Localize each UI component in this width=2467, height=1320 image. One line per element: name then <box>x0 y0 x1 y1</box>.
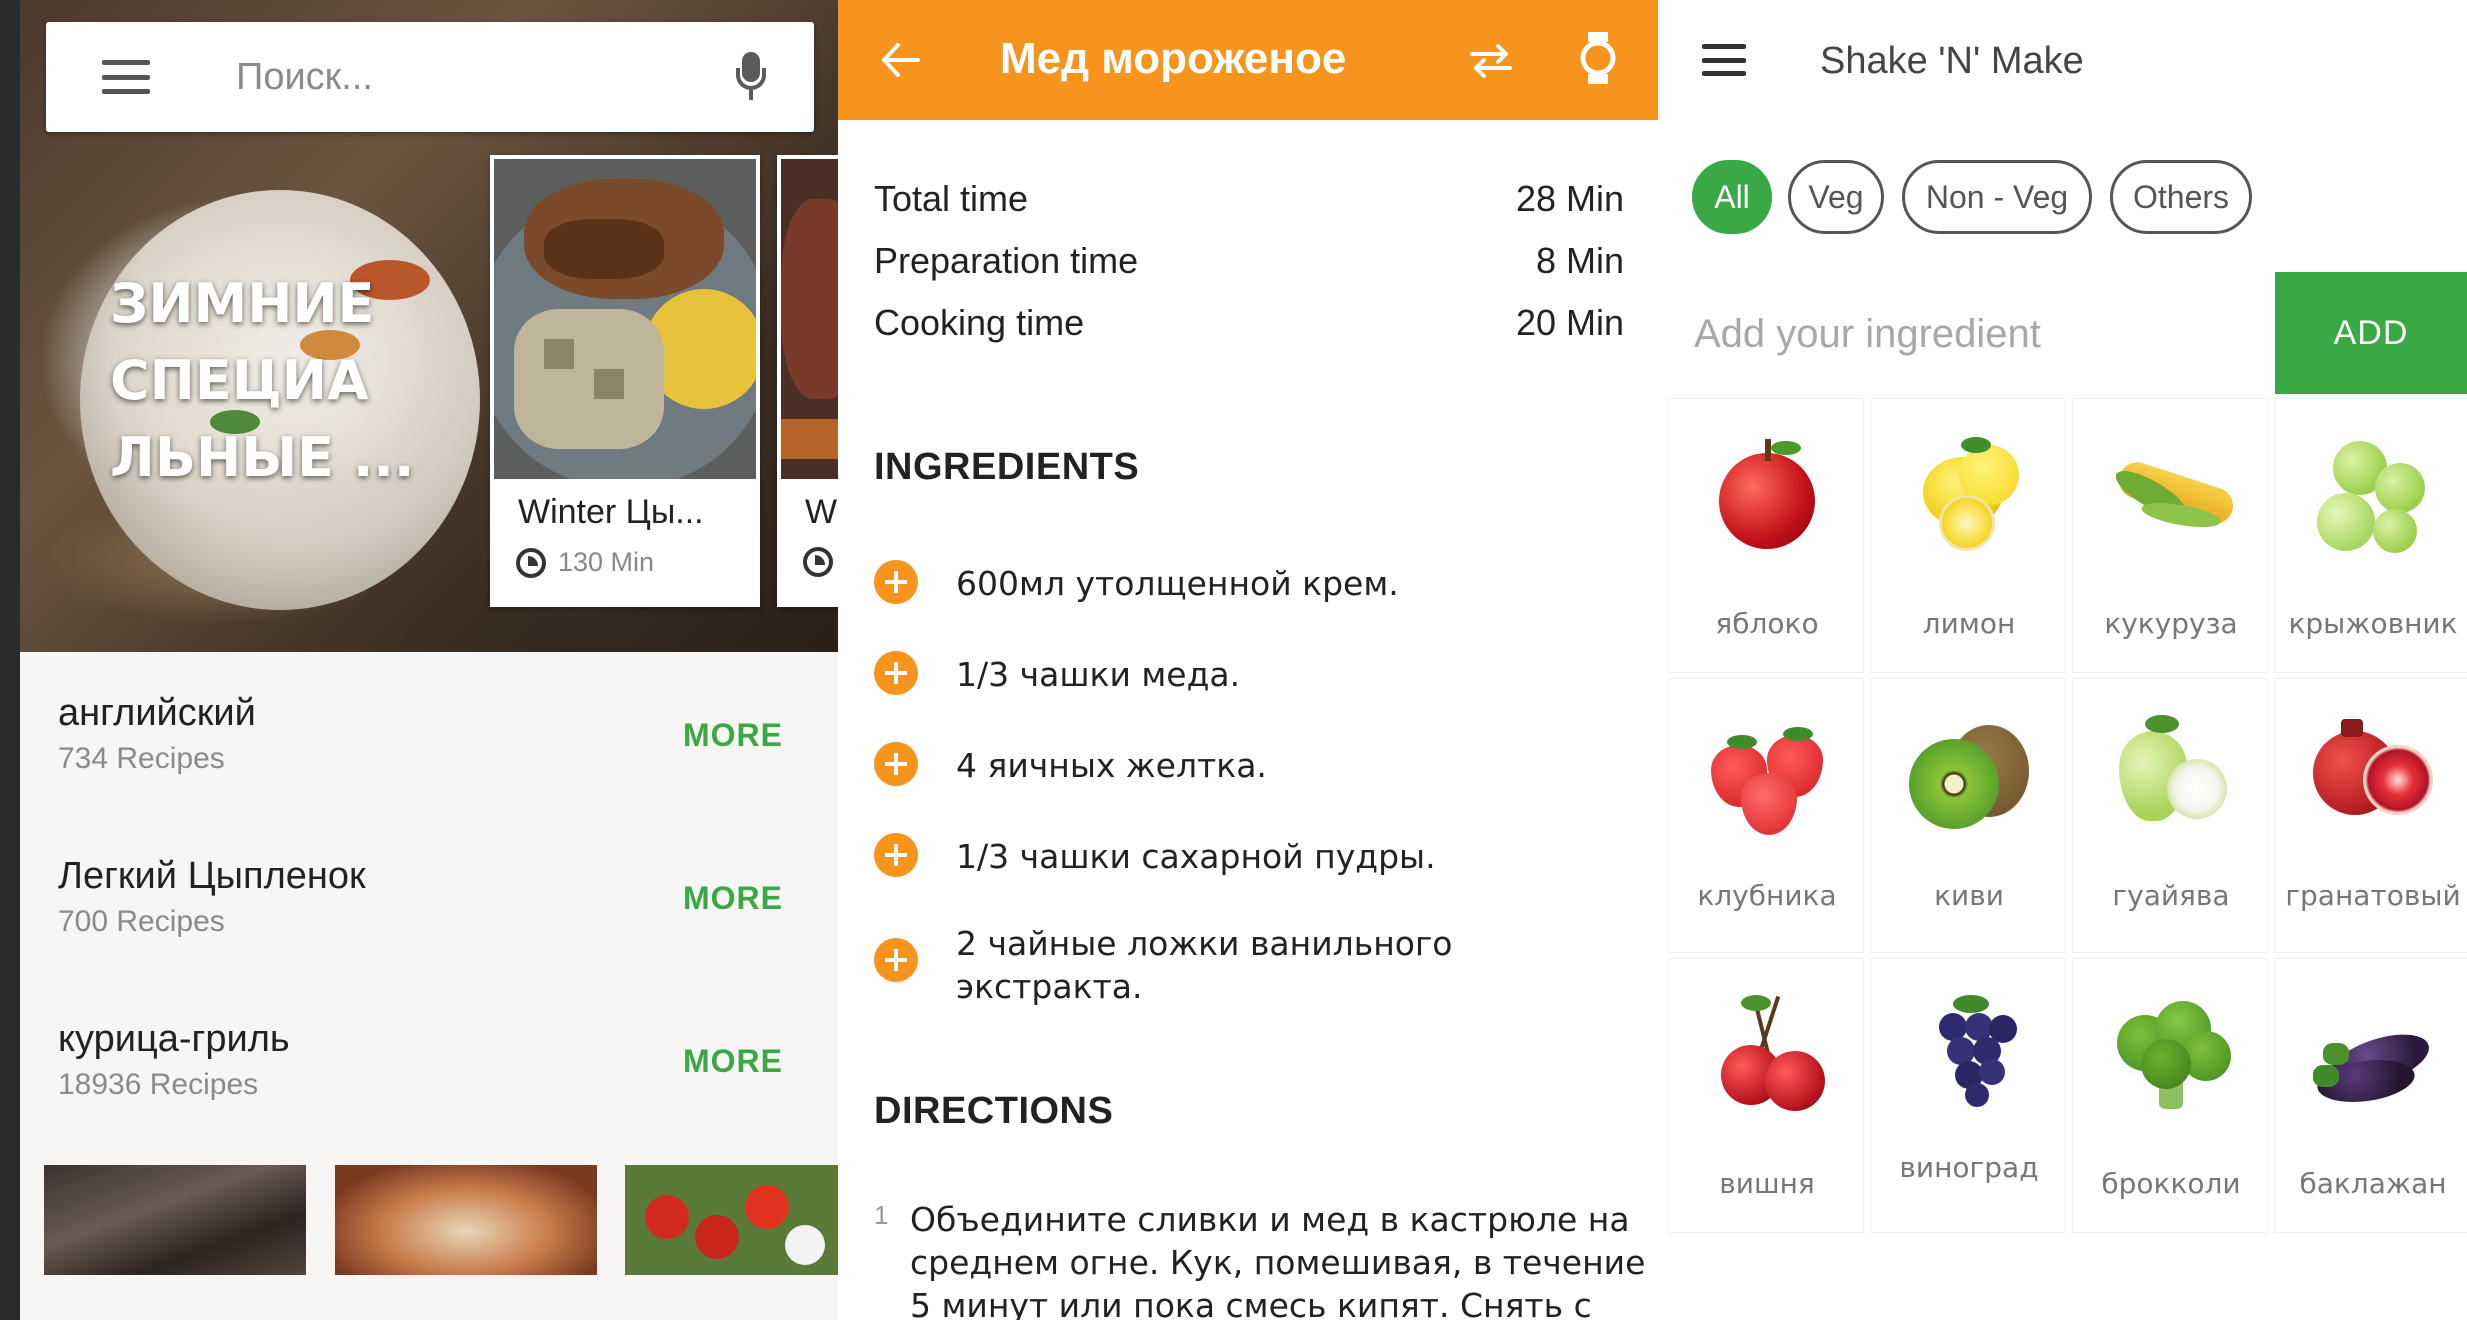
eggplant-icon <box>2313 995 2436 1115</box>
hamburger-menu-icon[interactable] <box>102 60 150 94</box>
add-ingredient-icon[interactable] <box>874 833 918 877</box>
ingredient-tile[interactable]: виноград <box>1870 958 2066 1233</box>
ingredient-tile[interactable]: гранатовый <box>2274 678 2467 953</box>
recipe-card[interactable]: W <box>777 155 838 607</box>
more-button[interactable]: MORE <box>683 880 783 917</box>
preparation-time-row: Preparation time 8 Min <box>874 240 1624 281</box>
pomegranate-icon <box>2313 715 2433 835</box>
more-button[interactable]: MORE <box>683 717 783 754</box>
app-bar: Мед мороженое <box>838 0 1658 120</box>
filter-chip-veg[interactable]: Veg <box>1788 160 1884 234</box>
arrow-left-icon[interactable] <box>880 42 920 78</box>
filter-chip-all[interactable]: All <box>1692 160 1772 234</box>
ingredient-tile[interactable]: крыжовник <box>2274 398 2467 673</box>
category-list: английский 734 Recipes MORE Легкий Цыпле… <box>20 652 838 1141</box>
ingredient-input[interactable]: Add your ingredient <box>1694 312 2041 357</box>
more-button[interactable]: MORE <box>683 1043 783 1080</box>
category-name: Легкий Цыпленок <box>58 855 366 897</box>
category-recipe-count: 700 Recipes <box>58 905 225 938</box>
search-bar[interactable]: Поиск... <box>46 22 814 132</box>
filter-chip-non-veg[interactable]: Non - Veg <box>1902 160 2092 234</box>
recipe-card-time: 130 Min <box>516 547 654 578</box>
thumbnail-strip <box>20 1165 838 1275</box>
ingredient-picker-screen: Shake 'N' Make All Veg Non - Veg Others … <box>1658 0 2467 1320</box>
category-name: курица-гриль <box>58 1018 290 1060</box>
category-name: английский <box>58 692 256 734</box>
lemon-icon <box>1909 435 2029 555</box>
add-ingredient-icon[interactable] <box>874 742 918 786</box>
recipe-card-title: W <box>805 493 838 531</box>
recipe-thumbnail[interactable] <box>625 1165 838 1275</box>
total-time-row: Total time 28 Min <box>874 178 1624 219</box>
add-button[interactable]: ADD <box>2275 272 2467 394</box>
ingredient-tile[interactable]: баклажан <box>2274 958 2467 1233</box>
recipe-home-screen: ЗИМНИЕ СПЕЦИА ЛЬНЫЕ ... Winter Цы... 130… <box>20 0 838 1320</box>
ingredient-tile[interactable]: гуайява <box>2072 678 2268 953</box>
recipe-card-time <box>803 547 833 577</box>
swap-arrows-icon[interactable] <box>1466 40 1516 80</box>
guava-icon <box>2111 715 2231 835</box>
ingredient-tile[interactable]: лимон <box>1870 398 2066 673</box>
category-item[interactable]: Легкий Цыпленок 700 Recipes MORE <box>20 815 838 978</box>
ingredient-tile[interactable]: яблоко <box>1668 398 1864 673</box>
ingredient-tile[interactable]: брокколи <box>2072 958 2268 1233</box>
cherry-icon <box>1707 995 1827 1115</box>
microphone-icon[interactable] <box>734 52 768 104</box>
timer-icon <box>516 547 546 578</box>
ingredients-heading: INGREDIENTS <box>874 446 1140 488</box>
add-ingredient-icon[interactable] <box>874 938 918 982</box>
smartwatch-icon[interactable] <box>1578 30 1618 86</box>
filter-chip-others[interactable]: Others <box>2110 160 2252 234</box>
category-item[interactable]: курица-гриль 18936 Recipes MORE <box>20 978 838 1141</box>
recipe-card-title: Winter Цы... <box>518 493 704 531</box>
ingredient-tile[interactable]: вишня <box>1668 958 1864 1233</box>
ingredient-tile[interactable]: клубника <box>1668 678 1864 953</box>
recipe-thumbnail[interactable] <box>335 1165 597 1275</box>
recipe-thumbnail[interactable] <box>44 1165 306 1275</box>
broccoli-icon <box>2111 995 2231 1115</box>
gooseberry-icon <box>2313 435 2433 555</box>
app-bar: Shake 'N' Make <box>1658 0 2467 120</box>
app-showcase: ЗИМНИЕ СПЕЦИА ЛЬНЫЕ ... Winter Цы... 130… <box>0 0 2467 1320</box>
recipe-detail-screen: Мед мороженое Total time 28 Min Preparat… <box>838 0 1658 1320</box>
page-title: Мед мороженое <box>1000 34 1347 83</box>
recipe-card-image <box>781 159 838 479</box>
timer-icon <box>803 547 833 577</box>
ingredient-tile[interactable]: кукуруза <box>2072 398 2268 673</box>
grape-icon <box>1909 995 2029 1115</box>
hero-title: ЗИМНИЕ СПЕЦИА ЛЬНЫЕ ... <box>110 272 415 489</box>
corn-icon <box>2109 435 2238 555</box>
category-recipe-count: 734 Recipes <box>58 742 225 775</box>
recipe-card-image <box>494 159 756 479</box>
add-ingredient-icon[interactable] <box>874 651 918 695</box>
cooking-time-row: Cooking time 20 Min <box>874 302 1624 343</box>
step-text: Объедините сливки и мед в кастрюле на ср… <box>910 1200 1646 1320</box>
recipe-card[interactable]: Winter Цы... 130 Min <box>490 155 760 607</box>
strawberry-icon <box>1707 715 1827 835</box>
app-title: Shake 'N' Make <box>1820 40 2084 82</box>
category-item[interactable]: английский 734 Recipes MORE <box>20 652 838 815</box>
category-recipe-count: 18936 Recipes <box>58 1068 259 1101</box>
kiwi-icon <box>1909 715 2029 835</box>
directions-heading: DIRECTIONS <box>874 1090 1114 1132</box>
apple-icon <box>1707 435 1827 555</box>
hamburger-menu-icon[interactable] <box>1702 44 1746 76</box>
search-input[interactable]: Поиск... <box>236 56 373 99</box>
ingredient-tile[interactable]: киви <box>1870 678 2066 953</box>
add-ingredient-icon[interactable] <box>874 560 918 604</box>
step-number: 1 <box>874 1200 889 1230</box>
